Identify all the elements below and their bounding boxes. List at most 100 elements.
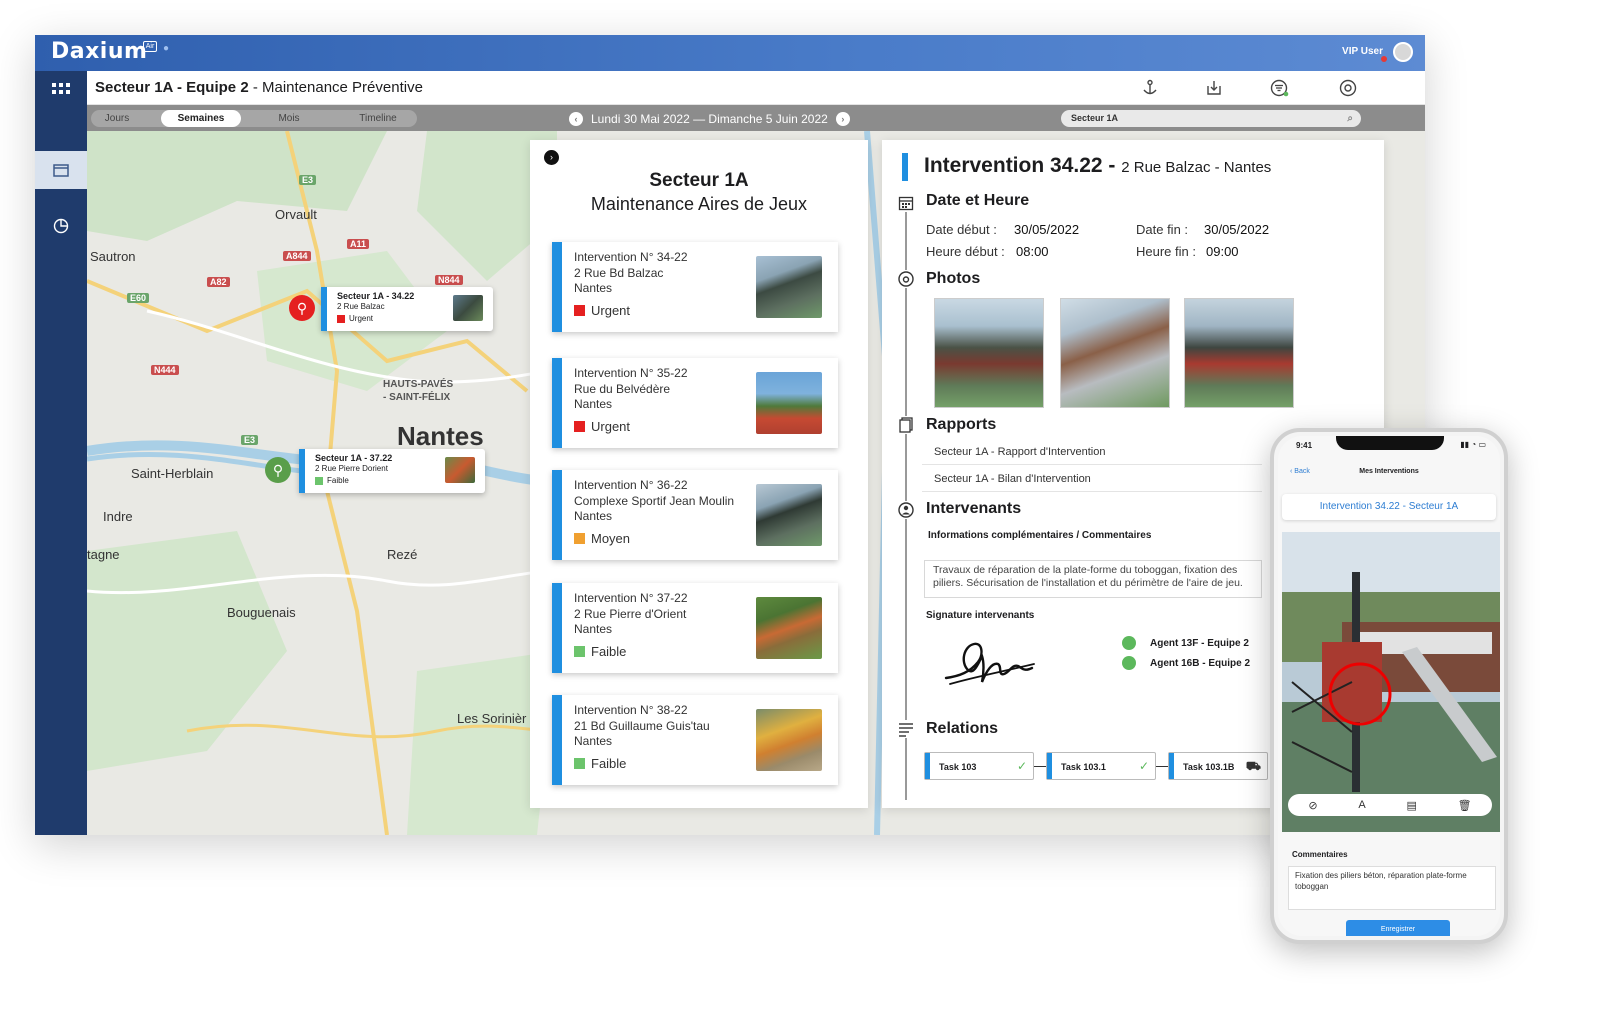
filter-icon[interactable] bbox=[1269, 77, 1291, 99]
tab-mois[interactable]: Mois bbox=[257, 110, 321, 127]
user-name[interactable]: VIP User bbox=[1342, 46, 1383, 57]
list-panel-subtitle: Maintenance Aires de Jeux bbox=[590, 194, 808, 214]
logo-badge: Air bbox=[143, 41, 157, 52]
anchor-icon[interactable] bbox=[1139, 77, 1161, 99]
phone-intervention-card[interactable]: Intervention 34.22 - Secteur 1A bbox=[1282, 494, 1496, 520]
person-icon bbox=[897, 501, 915, 519]
settings-icon[interactable] bbox=[1337, 77, 1359, 99]
task-chip[interactable]: Task 103.1 ✓ bbox=[1046, 752, 1156, 780]
list-item-address: 2 Rue Bd Balzac bbox=[574, 266, 664, 280]
intervenants-section-header: Intervenants bbox=[926, 500, 1022, 517]
status-swatch bbox=[574, 758, 585, 769]
date-section-header: Date et Heure bbox=[926, 192, 1030, 209]
list-item[interactable]: Intervention N° 37-22 2 Rue Pierre d'Ori… bbox=[552, 583, 838, 673]
date-navigator: ‹ Lundi 30 Mai 2022 — Dimanche 5 Juin 20… bbox=[569, 110, 850, 127]
map-card-37-22[interactable]: Secteur 1A - 37.22 2 Rue Pierre Dorient … bbox=[299, 449, 485, 493]
daxium-logo[interactable]: Daxium bbox=[51, 39, 147, 64]
task-chip[interactable]: Task 103.1B ⛟ bbox=[1168, 752, 1268, 780]
date-debut-value: 30/05/2022 bbox=[1014, 222, 1080, 237]
list-item[interactable]: Intervention N° 34-22 2 Rue Bd Balzac Na… bbox=[552, 242, 838, 332]
apps-grid-icon[interactable] bbox=[35, 71, 87, 109]
search-icon[interactable]: ⌕ bbox=[1347, 110, 1353, 127]
trash-icon[interactable]: 🗑 bbox=[1458, 799, 1472, 812]
photos-section-header: Photos bbox=[926, 270, 981, 287]
save-button[interactable]: Enregistrer bbox=[1346, 920, 1450, 936]
date-debut-label: Date début : bbox=[926, 222, 997, 237]
heure-fin-value: 09:00 bbox=[1206, 244, 1239, 259]
list-item-status: Urgent bbox=[574, 419, 630, 434]
phone-comment-field[interactable]: Fixation des piliers béton, réparation p… bbox=[1288, 866, 1496, 910]
map-card-address: 2 Rue Balzac bbox=[337, 302, 385, 311]
date-range: Lundi 30 Mai 2022 — Dimanche 5 Juin 2022 bbox=[591, 111, 828, 126]
text-tool-icon[interactable]: A bbox=[1358, 799, 1365, 811]
prev-week-button[interactable]: ‹ bbox=[569, 111, 583, 126]
map-pin-faible[interactable]: ⚲ bbox=[265, 457, 291, 483]
task-connector bbox=[1034, 766, 1046, 767]
map-label-tagne: tagne bbox=[87, 547, 120, 562]
list-item[interactable]: Intervention N° 36-22 Complexe Sportif J… bbox=[552, 470, 838, 560]
note-icon[interactable]: ▤ bbox=[1406, 799, 1416, 812]
road-badge-a82: A82 bbox=[207, 277, 230, 287]
status-swatch bbox=[574, 646, 585, 657]
photo-thumbnail[interactable] bbox=[934, 298, 1044, 408]
shield-check-icon: ✓ bbox=[1138, 759, 1149, 773]
status-swatch bbox=[574, 305, 585, 316]
task-bar bbox=[1169, 753, 1174, 779]
phone-time: 9:41 bbox=[1296, 441, 1313, 450]
tab-semaines[interactable]: Semaines bbox=[161, 110, 241, 127]
photo-thumbnail[interactable] bbox=[1184, 298, 1294, 408]
list-item-id: Intervention N° 38-22 bbox=[574, 703, 688, 717]
road-badge-n444: N444 bbox=[151, 365, 179, 375]
phone-comments-header: Commentaires bbox=[1292, 850, 1348, 859]
tab-timeline[interactable]: Timeline bbox=[339, 110, 417, 127]
task-chip[interactable]: Task 103 ✓ bbox=[924, 752, 1034, 780]
phone-back-button[interactable]: ‹ Back bbox=[1290, 468, 1310, 475]
date-fin-value: 30/05/2022 bbox=[1204, 222, 1270, 237]
task-label: Task 103.1 bbox=[1061, 762, 1106, 772]
top-bar: Daxium Air ● VIP User bbox=[35, 35, 1425, 71]
rapport-link[interactable]: Secteur 1A - Bilan d'Intervention bbox=[922, 467, 1262, 492]
photo-thumbnail[interactable] bbox=[1060, 298, 1170, 408]
list-item[interactable]: Intervention N° 35-22 Rue du Belvédère N… bbox=[552, 358, 838, 448]
list-item-thumbnail bbox=[756, 597, 822, 659]
eraser-icon[interactable]: ⊘ bbox=[1308, 799, 1317, 812]
phone-photo[interactable] bbox=[1282, 532, 1500, 832]
rapport-link[interactable]: Secteur 1A - Rapport d'Intervention bbox=[922, 440, 1262, 465]
phone-mockup: 9:41 ▮▮ ◔ ▭ Mes Interventions ‹ Back Int… bbox=[1270, 428, 1508, 944]
map-card-34-22[interactable]: Secteur 1A - 34.22 2 Rue Balzac Urgent bbox=[321, 287, 493, 331]
collapse-panel-button[interactable]: › bbox=[544, 150, 559, 165]
download-icon[interactable] bbox=[1203, 77, 1225, 99]
map-card-thumbnail bbox=[445, 457, 475, 483]
map-label-sautron: Sautron bbox=[90, 249, 136, 264]
map-pin-urgent[interactable]: ⚲ bbox=[289, 295, 315, 321]
map-card-title: Secteur 1A - 37.22 bbox=[315, 453, 393, 463]
phone-status-icons: ▮▮ ◔ ▭ bbox=[1460, 440, 1486, 449]
date-fin-label: Date fin : bbox=[1136, 222, 1189, 237]
search-input[interactable]: Secteur 1A ⌕ bbox=[1061, 110, 1361, 127]
phone-annotation-toolbar: ⊘ A ▤ 🗑 bbox=[1288, 794, 1492, 816]
map-label-reze: Rezé bbox=[387, 547, 418, 562]
task-label: Task 103.1B bbox=[1183, 762, 1235, 772]
road-badge-a11: A11 bbox=[347, 239, 370, 249]
detail-accent-bar bbox=[902, 153, 908, 181]
list-item[interactable]: Intervention N° 38-22 21 Bd Guillaume Gu… bbox=[552, 695, 838, 785]
map-card-status: Faible bbox=[315, 476, 349, 485]
pie-chart-icon[interactable] bbox=[35, 207, 87, 245]
tab-jours[interactable]: Jours bbox=[91, 110, 143, 127]
agent-avatar-icon bbox=[1122, 636, 1136, 650]
view-switcher: Jours Semaines Mois Timeline bbox=[91, 110, 417, 127]
search-value: Secteur 1A bbox=[1071, 113, 1119, 123]
list-item-id: Intervention N° 35-22 bbox=[574, 366, 688, 380]
road-badge-a844: A844 bbox=[283, 251, 311, 261]
agent-avatar-icon bbox=[1122, 656, 1136, 670]
avatar[interactable] bbox=[1393, 42, 1413, 62]
map-card-thumbnail bbox=[453, 295, 483, 321]
next-week-button[interactable]: › bbox=[835, 111, 850, 126]
comment-field[interactable]: Travaux de réparation de la plate-forme … bbox=[924, 560, 1262, 598]
phone-nav-title: Mes Interventions bbox=[1359, 468, 1419, 475]
sidebar bbox=[35, 71, 87, 835]
heure-debut-label: Heure début : bbox=[926, 244, 1005, 259]
list-item-address: Rue du Belvédère bbox=[574, 382, 671, 396]
calendar-icon[interactable] bbox=[35, 151, 87, 189]
road-badge-e60: E60 bbox=[127, 293, 150, 303]
